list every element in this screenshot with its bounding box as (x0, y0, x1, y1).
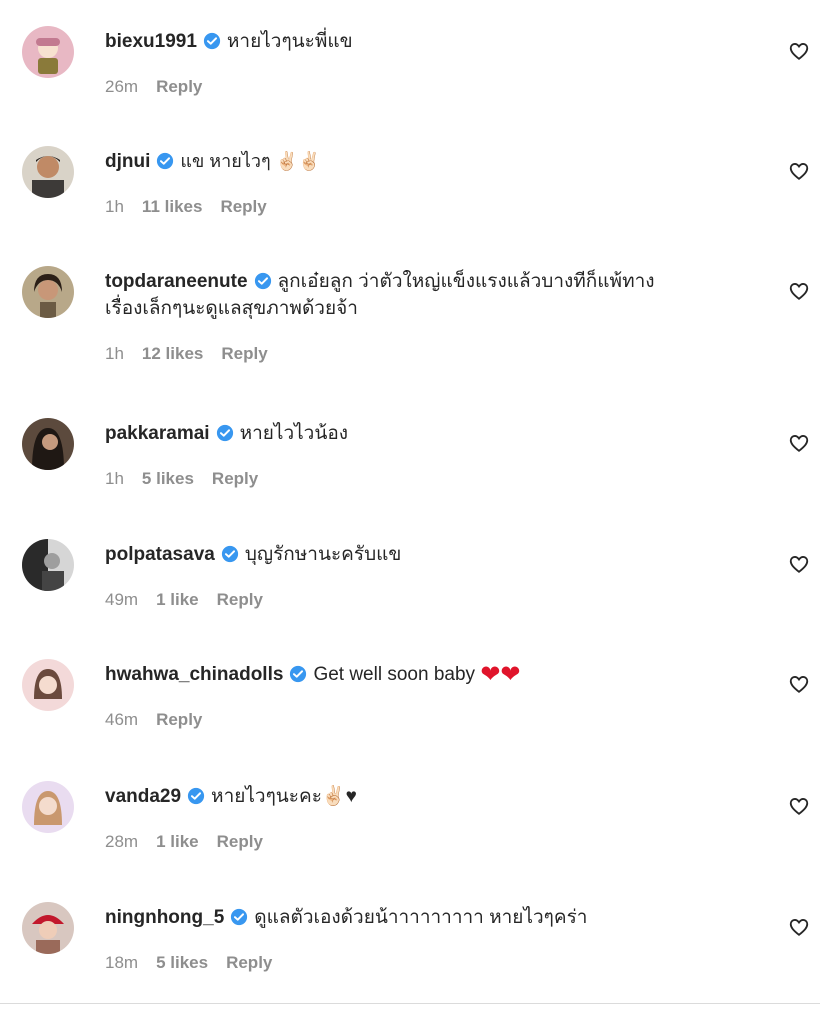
likes-count[interactable]: 12 likes (142, 344, 203, 363)
heart-outline-icon[interactable] (788, 553, 810, 575)
verified-badge-icon (203, 32, 221, 50)
red-heart-emoji: ❤❤ (480, 661, 521, 688)
heart-outline-icon[interactable] (788, 432, 810, 454)
verified-badge-icon (187, 787, 205, 805)
comment-text-continued: เรื่องเล็กๆนะดูแลสุขภาพด้วยจ้า (105, 298, 358, 319)
comment-text: ดูแลตัวเองด้วยน้าาาาาาาาา หายไวๆคร่า (254, 907, 588, 928)
verified-badge-icon (216, 424, 233, 442)
comment-time: 26m (105, 77, 139, 96)
reply-button[interactable]: Reply (221, 344, 267, 363)
heart-outline-icon[interactable] (788, 673, 810, 695)
comment-text: หายไวๆนะพี่แข (226, 31, 353, 52)
reply-button[interactable]: Reply (212, 469, 258, 488)
verified-badge-icon (221, 545, 238, 563)
comments-list: biexu1991 หายไวๆนะพี่แข 26m Reply djnui แข … (0, 0, 820, 1010)
comment-username[interactable]: topdaraneenute (105, 271, 248, 292)
comment-text: หายไวไวน้อง (239, 423, 349, 444)
comment-username[interactable]: pakkaramai (105, 423, 210, 444)
avatar[interactable] (22, 539, 74, 591)
comment-time: 18m (105, 953, 139, 972)
avatar[interactable] (22, 659, 74, 711)
reply-button[interactable]: Reply (220, 197, 266, 216)
avatar[interactable] (22, 26, 74, 78)
avatar[interactable] (22, 418, 74, 470)
comment-text: Get well soon baby (313, 664, 476, 685)
heart-outline-icon[interactable] (788, 40, 810, 62)
reply-button[interactable]: Reply (156, 710, 202, 729)
comment-time: 1h (105, 469, 124, 488)
divider (0, 1003, 820, 1004)
avatar[interactable] (22, 781, 74, 833)
likes-count[interactable]: 11 likes (142, 197, 203, 216)
reply-button[interactable]: Reply (217, 832, 263, 851)
comment-username[interactable]: hwahwa_chinadolls (105, 664, 283, 685)
heart-outline-icon[interactable] (788, 160, 810, 182)
comment-username[interactable]: djnui (105, 151, 150, 172)
heart-outline-icon[interactable] (788, 916, 810, 938)
comment-time: 1h (105, 344, 124, 363)
comment-username[interactable]: vanda29 (105, 786, 181, 807)
verified-badge-icon (254, 272, 271, 290)
reply-button[interactable]: Reply (226, 953, 272, 972)
comment-username[interactable]: biexu1991 (105, 31, 197, 52)
likes-count[interactable]: 1 like (156, 590, 199, 609)
heart-outline-icon[interactable] (788, 795, 810, 817)
likes-count[interactable]: 1 like (156, 832, 199, 851)
likes-count[interactable]: 5 likes (142, 469, 194, 488)
comment-username[interactable]: polpatasava (105, 544, 215, 565)
avatar[interactable] (22, 902, 74, 954)
reply-button[interactable]: Reply (156, 77, 202, 96)
verified-badge-icon (290, 665, 307, 683)
likes-count[interactable]: 5 likes (156, 953, 208, 972)
avatar[interactable] (22, 146, 74, 198)
comment-time: 28m (105, 832, 139, 851)
verified-badge-icon (231, 908, 248, 926)
heart-outline-icon[interactable] (788, 280, 810, 302)
comment-username[interactable]: ningnhong_5 (105, 907, 224, 928)
comment-text: ลูกเอ๋ยลูก ว่าตัวใหญ่แข็งแรงแล้วบางทีก็แ… (277, 271, 655, 292)
avatar[interactable] (22, 266, 74, 318)
comment-text: แข หายไวๆ ✌🏻✌🏻 (180, 151, 321, 171)
verified-badge-icon (157, 152, 174, 170)
comment-time: 49m (105, 590, 139, 609)
comment-text: บุญรักษานะครับแข (244, 544, 402, 565)
comment-text: หายไวๆนะคะ✌🏻♥ (211, 786, 357, 807)
comment-time: 1h (105, 197, 124, 216)
comment-time: 46m (105, 710, 139, 729)
reply-button[interactable]: Reply (217, 590, 263, 609)
